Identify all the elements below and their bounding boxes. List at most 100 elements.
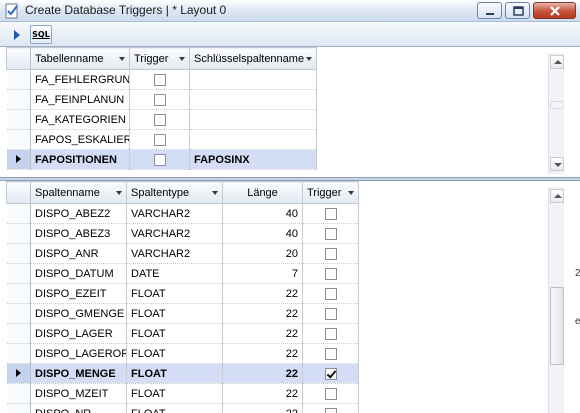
dropdown-arrow-icon[interactable] bbox=[119, 57, 125, 61]
maximize-button[interactable] bbox=[505, 2, 530, 19]
dropdown-arrow-icon[interactable] bbox=[306, 57, 312, 61]
table-row[interactable]: FA_KATEGORIEN bbox=[6, 109, 317, 130]
minimize-button[interactable] bbox=[477, 2, 502, 19]
trigger-checkbox[interactable] bbox=[324, 407, 337, 413]
cell-trigger-cell[interactable] bbox=[302, 323, 359, 344]
column-header-spaltentype[interactable]: Spaltentype bbox=[126, 181, 223, 204]
table-row[interactable]: DISPO_ABEZ3 VARCHAR2 40 bbox=[6, 223, 359, 244]
row-indicator[interactable] bbox=[6, 403, 31, 413]
cell-trigger-cell[interactable] bbox=[129, 149, 190, 170]
cell-trigger-cell[interactable] bbox=[302, 283, 359, 304]
scroll-up-button[interactable] bbox=[550, 189, 564, 203]
cell-spaltenname[interactable]: DISPO_EZEIT bbox=[30, 283, 127, 304]
cell-laenge[interactable]: 7 bbox=[222, 263, 303, 284]
row-indicator[interactable] bbox=[6, 203, 31, 224]
table-row[interactable]: DISPO_EZEIT FLOAT 22 bbox=[6, 283, 359, 304]
row-indicator[interactable] bbox=[6, 303, 31, 324]
dropdown-arrow-icon[interactable] bbox=[116, 191, 122, 195]
cell-tabellenname[interactable]: FA_KATEGORIEN bbox=[30, 109, 130, 130]
cell-spaltentype[interactable]: FLOAT bbox=[126, 363, 223, 384]
cell-schluesselspaltenname[interactable] bbox=[189, 89, 317, 110]
table-row[interactable]: DISPO_ANR VARCHAR2 20 bbox=[6, 243, 359, 264]
cell-trigger-cell[interactable] bbox=[302, 363, 359, 384]
cell-spaltentype[interactable]: FLOAT bbox=[126, 303, 223, 324]
table-row[interactable]: FA_FEINPLANUN bbox=[6, 89, 317, 110]
row-indicator[interactable] bbox=[6, 363, 31, 384]
scroll-down-button[interactable] bbox=[550, 157, 564, 171]
trigger-checkbox[interactable] bbox=[324, 227, 337, 240]
cell-spaltentype[interactable]: FLOAT bbox=[126, 343, 223, 364]
row-indicator[interactable] bbox=[6, 263, 31, 284]
cell-tabellenname[interactable]: FA_FEINPLANUN bbox=[30, 89, 130, 110]
table-row[interactable]: DISPO_GMENGE FLOAT 22 bbox=[6, 303, 359, 324]
row-indicator[interactable] bbox=[6, 223, 31, 244]
cell-trigger-cell[interactable] bbox=[302, 203, 359, 224]
column-header-spaltenname[interactable]: Spaltenname bbox=[30, 181, 127, 204]
row-indicator[interactable] bbox=[6, 383, 31, 404]
row-indicator[interactable] bbox=[6, 109, 31, 130]
column-header-trigger[interactable]: Trigger bbox=[129, 47, 190, 70]
columns-scrollbar[interactable] bbox=[548, 187, 564, 413]
cell-trigger-cell[interactable] bbox=[302, 403, 359, 413]
column-header-schluesselspaltenname[interactable]: Schlüsselspaltenname bbox=[189, 47, 317, 70]
cell-laenge[interactable]: 40 bbox=[222, 203, 303, 224]
cell-trigger-cell[interactable] bbox=[302, 243, 359, 264]
scroll-thumb[interactable] bbox=[550, 287, 564, 365]
cell-schluesselspaltenname[interactable] bbox=[189, 109, 317, 130]
cell-trigger-cell[interactable] bbox=[302, 303, 359, 324]
dropdown-arrow-icon[interactable] bbox=[348, 191, 354, 195]
trigger-checkbox[interactable] bbox=[324, 247, 337, 260]
table-row[interactable]: FAPOS_ESKALIER bbox=[6, 129, 317, 150]
trigger-checkbox[interactable] bbox=[153, 93, 166, 106]
cell-trigger-cell[interactable] bbox=[129, 109, 190, 130]
cell-trigger-cell[interactable] bbox=[302, 383, 359, 404]
row-indicator[interactable] bbox=[6, 343, 31, 364]
trigger-checkbox[interactable] bbox=[324, 287, 337, 300]
trigger-checkbox[interactable] bbox=[324, 207, 337, 220]
cell-spaltenname[interactable]: DISPO_MZEIT bbox=[30, 383, 127, 404]
trigger-checkbox[interactable] bbox=[153, 133, 166, 146]
trigger-checkbox[interactable] bbox=[324, 307, 337, 320]
run-arrow-icon[interactable] bbox=[14, 30, 20, 40]
row-indicator[interactable] bbox=[6, 89, 31, 110]
trigger-checkbox[interactable] bbox=[153, 73, 166, 86]
scroll-up-button[interactable] bbox=[550, 55, 564, 69]
row-indicator[interactable] bbox=[6, 69, 31, 90]
trigger-checkbox[interactable] bbox=[153, 113, 166, 126]
cell-spaltenname[interactable]: DISPO_ANR bbox=[30, 243, 127, 264]
cell-laenge[interactable]: 20 bbox=[222, 243, 303, 264]
trigger-checkbox[interactable] bbox=[324, 367, 337, 380]
scroll-thumb[interactable] bbox=[550, 101, 564, 109]
cell-tabellenname[interactable]: FA_FEHLERGRUN bbox=[30, 69, 130, 90]
cell-laenge[interactable]: 40 bbox=[222, 223, 303, 244]
cell-spaltentype[interactable]: FLOAT bbox=[126, 323, 223, 344]
table-row[interactable]: FA_FEHLERGRUN bbox=[6, 69, 317, 90]
row-indicator[interactable] bbox=[6, 243, 31, 264]
row-indicator[interactable] bbox=[6, 283, 31, 304]
cell-laenge[interactable]: 22 bbox=[222, 303, 303, 324]
cell-laenge[interactable]: 22 bbox=[222, 403, 303, 413]
cell-trigger-cell[interactable] bbox=[302, 263, 359, 284]
cell-spaltenname[interactable]: DISPO_ABEZ2 bbox=[30, 203, 127, 224]
column-header-laenge[interactable]: Länge bbox=[222, 181, 303, 204]
cell-spaltentype[interactable]: FLOAT bbox=[126, 283, 223, 304]
column-header-trigger[interactable]: Trigger bbox=[302, 181, 359, 204]
cell-laenge[interactable]: 22 bbox=[222, 283, 303, 304]
column-header-tabellenname[interactable]: Tabellenname bbox=[30, 47, 130, 70]
cell-trigger-cell[interactable] bbox=[129, 129, 190, 150]
table-row[interactable]: DISPO_MZEIT FLOAT 22 bbox=[6, 383, 359, 404]
trigger-checkbox[interactable] bbox=[324, 387, 337, 400]
cell-trigger-cell[interactable] bbox=[129, 89, 190, 110]
cell-laenge[interactable]: 22 bbox=[222, 383, 303, 404]
cell-spaltenname[interactable]: DISPO_LAGER bbox=[30, 323, 127, 344]
dropdown-arrow-icon[interactable] bbox=[179, 57, 185, 61]
cell-schluesselspaltenname[interactable]: FAPOSINX bbox=[189, 149, 317, 170]
table-row[interactable]: DISPO_LAGER FLOAT 22 bbox=[6, 323, 359, 344]
tables-scrollbar[interactable] bbox=[548, 53, 564, 174]
trigger-checkbox[interactable] bbox=[324, 267, 337, 280]
dropdown-arrow-icon[interactable] bbox=[212, 191, 218, 195]
cell-tabellenname[interactable]: FAPOSITIONEN bbox=[30, 149, 130, 170]
trigger-checkbox[interactable] bbox=[324, 327, 337, 340]
row-indicator[interactable] bbox=[6, 149, 31, 170]
row-indicator[interactable] bbox=[6, 129, 31, 150]
